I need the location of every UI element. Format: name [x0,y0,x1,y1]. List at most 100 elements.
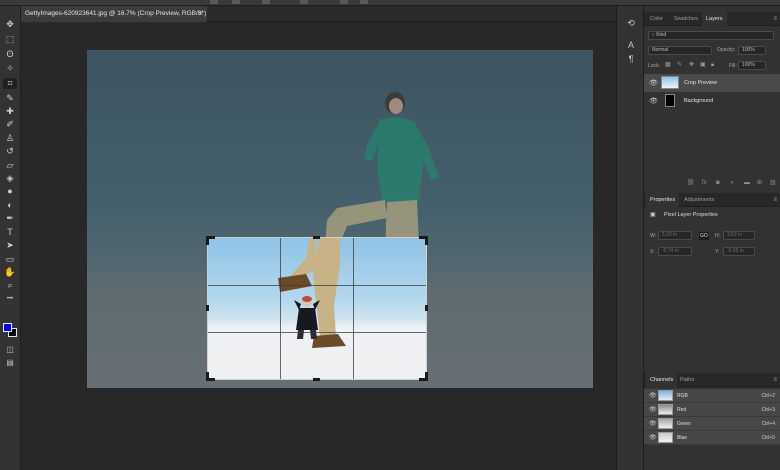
visibility-eye-icon[interactable]: 👁︎ [649,392,657,399]
channel-row-rgb[interactable]: 👁︎ RGB Ctrl+2 [644,389,780,403]
channel-row-red[interactable]: 👁︎ Red Ctrl+3 [644,403,780,417]
character-icon[interactable]: A [626,40,636,50]
tab-channels[interactable]: Channels [646,373,678,387]
link-dimensions-icon[interactable]: GO [699,232,709,240]
healing-brush-tool-icon[interactable]: ✚ [3,106,17,117]
pen-tool-icon[interactable]: ✒ [3,213,17,224]
eyedropper-tool-icon[interactable]: ✎ [3,93,17,104]
crop-handle-bottom-right[interactable] [425,372,428,381]
tab-adjustments[interactable]: Adjustments [680,193,718,207]
crop-tool-icon[interactable]: ⌗ [3,78,17,89]
panel-menu-icon[interactable]: ≡ [773,193,777,207]
link-layers-icon[interactable]: ⛓ [687,180,695,186]
fill-field[interactable]: 100% [738,61,766,70]
document-tab[interactable]: GettyImages-620923641.jpg @ 16.7% (Crop … [21,6,207,22]
crop-handle-right[interactable] [425,305,428,311]
layer-row-crop-preview[interactable]: 👁︎ Crop Preview [644,74,780,92]
tab-layers[interactable]: Layers [702,12,727,26]
blend-mode-select[interactable]: Normal [648,46,712,55]
lock-image-icon[interactable]: ✎ [677,61,682,69]
option-icon[interactable] [340,0,348,4]
layer-row-background[interactable]: 👁︎ Background [644,92,780,110]
move-tool-icon[interactable]: ✥ [3,19,17,30]
marquee-tool-icon[interactable]: ⬚ [3,34,17,45]
new-layer-icon[interactable]: ⊞ [757,180,764,186]
paragraph-icon[interactable]: ¶ [626,54,636,64]
x-field[interactable]: -0.74 in [658,247,692,256]
quick-mask-icon[interactable]: ◫ [3,344,17,355]
rectangle-tool-icon[interactable]: ▭ [3,254,17,265]
option-icon[interactable] [360,0,368,4]
layer-filter-search[interactable]: ⌕ Kind [648,31,774,40]
path-selection-tool-icon-glyph: ➤ [6,240,14,250]
y-field[interactable]: -0.05 in [723,247,755,256]
option-icon[interactable] [262,0,270,4]
trash-icon[interactable]: ▥ [770,180,777,186]
type-tool-icon[interactable]: T [3,227,17,238]
visibility-eye-icon[interactable]: 👁︎ [649,406,657,413]
crop-handle-top-left[interactable] [206,236,209,245]
opacity-field[interactable]: 100% [738,46,766,55]
crop-handle-bottom[interactable] [313,378,320,381]
layers-panel-tabs: Color Swatches Layers ≡ [644,12,780,26]
tab-paths[interactable]: Paths [676,373,698,387]
option-icon[interactable] [232,0,240,4]
channel-row-green[interactable]: 👁︎ Green Ctrl+4 [644,417,780,431]
layer-name: Background [684,98,714,104]
document-tab-bar: GettyImages-620923641.jpg @ 16.7% (Crop … [21,6,616,22]
adjustment-layer-icon[interactable]: ◑ [730,180,737,186]
hand-tool-icon[interactable]: ✋ [3,267,17,278]
document-canvas[interactable] [87,50,593,388]
lock-label: Lock: [648,63,660,69]
screen-mode-icon[interactable]: ▤ [3,357,17,368]
new-group-icon[interactable]: ▬ [744,180,751,186]
lock-artboard-icon[interactable]: ▣ [700,61,706,69]
crop-handle-left[interactable] [206,305,209,311]
tab-properties[interactable]: Properties [646,193,680,207]
zoom-tool-icon[interactable]: ⌕ [3,280,17,291]
tab-color[interactable]: Color [646,12,667,26]
option-icon[interactable] [210,0,218,4]
clone-stamp-tool-icon[interactable]: ♙ [3,133,17,144]
blur-tool-icon[interactable]: ● [3,186,17,197]
panel-menu-icon[interactable]: ≡ [773,373,777,387]
eraser-tool-icon[interactable]: ▱ [3,160,17,171]
lasso-tool-icon[interactable]: ʘ [3,49,17,60]
magic-wand-tool-icon[interactable]: ✧ [3,63,17,74]
add-mask-icon[interactable]: ◙ [716,180,723,186]
visibility-eye-icon[interactable]: 👁︎ [649,420,657,427]
history-icon[interactable]: ⟲ [626,18,636,28]
crop-preview-area[interactable] [207,237,427,380]
zoom-tool-icon-glyph: ⌕ [7,280,13,290]
channel-row-blue[interactable]: 👁︎ Blue Ctrl+5 [644,431,780,445]
dodge-tool-icon[interactable]: ◐ [3,200,17,211]
visibility-eye-icon[interactable]: 👁︎ [649,434,657,441]
crop-handle-top-right[interactable] [425,236,428,245]
channels-panel-tabs: Channels Paths ≡ [644,373,780,387]
width-field[interactable]: 5.33 in [658,231,692,240]
lock-transparent-icon[interactable]: ▦ [665,61,671,69]
crop-handle-bottom-left[interactable] [206,372,209,381]
option-icon[interactable] [300,0,308,4]
lock-all-icon[interactable]: 🔒︎ [711,61,714,69]
brush-tool-icon[interactable]: ✐ [3,119,17,130]
eraser-tool-icon-glyph: ▱ [6,160,14,170]
close-icon[interactable]: × [198,6,203,22]
layer-style-icon[interactable]: fx [702,180,709,186]
x-label: X: [650,249,655,255]
more-tools-icon[interactable]: ••• [3,294,17,305]
lock-position-icon[interactable]: ✥ [689,61,694,69]
foreground-color-swatch[interactable] [3,323,12,332]
height-field[interactable]: 3.52 in [723,231,755,240]
visibility-eye-icon[interactable]: 👁︎ [649,97,658,105]
paint-bucket-tool-icon[interactable]: ◈ [3,173,17,184]
panel-menu-icon[interactable]: ≡ [773,12,777,26]
visibility-eye-icon[interactable]: 👁︎ [649,79,658,87]
history-brush-tool-icon[interactable]: ↺ [3,146,17,157]
crop-handle-top[interactable] [313,236,320,239]
path-selection-tool-icon[interactable]: ➤ [3,240,17,251]
crop-grid-line [280,238,281,379]
opacity-value: 100% [742,47,755,53]
tab-swatches[interactable]: Swatches [670,12,702,26]
channel-thumbnail [658,418,673,429]
